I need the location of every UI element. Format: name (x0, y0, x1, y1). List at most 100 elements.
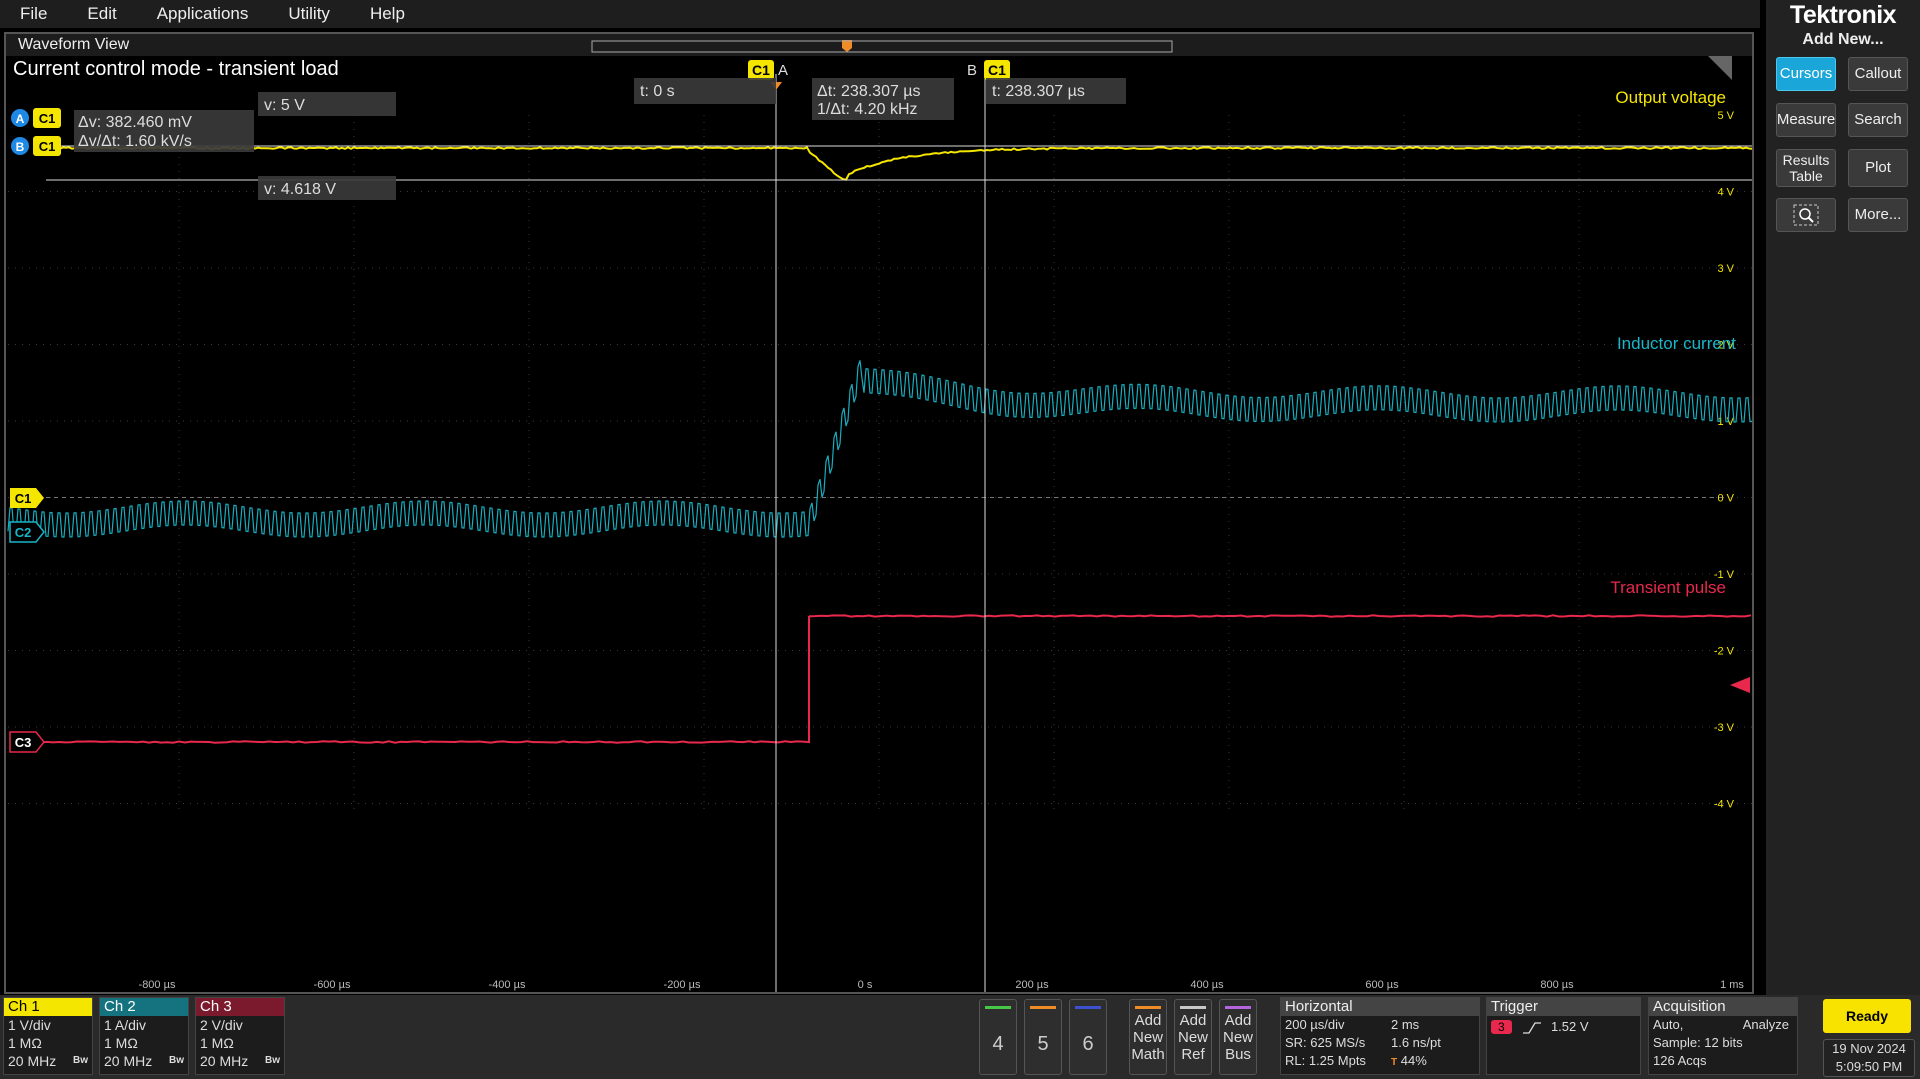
menu-edit[interactable]: Edit (67, 4, 136, 24)
y-tick-label: 4 V (1717, 187, 1734, 199)
y-tick-label: -4 V (1714, 799, 1735, 811)
bottom-bar: Ch 11 V/div 1 MΩ 20 MHz Bw Ch 21 A/div 1 MΩ 20… (0, 995, 1920, 1079)
time-label: 5:09:50 PM (1824, 1058, 1914, 1076)
delta-v-over-delta-t: Δv/Δt: 1.60 kV/s (78, 133, 192, 150)
channel-badge-bw-value: 20 MHz (8, 1053, 56, 1069)
ch3-offset-marker-text: C3 (15, 735, 32, 750)
bandwidth-limit-icon: Bw (73, 1052, 88, 1070)
menu-help[interactable]: Help (350, 4, 425, 24)
channel-badge-impedance: 1 MΩ (100, 1034, 188, 1052)
channel-badge-scale: 2 V/div (196, 1016, 284, 1034)
waveform-plot[interactable]: 5 V4 V3 V2 V1 V0 V-1 V-2 V-3 V-4 V-800 µ… (6, 34, 1752, 992)
ch2-trace-inductor-current (8, 361, 1752, 538)
bandwidth-limit-icon: Bw (169, 1052, 184, 1070)
menu-file[interactable]: File (0, 4, 67, 24)
ch5-color-bar (1030, 1006, 1056, 1009)
cursor-b-badge-letter: B (16, 140, 25, 154)
add-new-heading: Add New... (1766, 31, 1920, 49)
add-bus-l3: Bus (1220, 1046, 1256, 1063)
add-bus-l1: Add (1220, 1012, 1256, 1029)
x-tick-label: -200 µs (664, 979, 701, 991)
x-tick-label: 800 µs (1540, 979, 1574, 991)
callout-button[interactable]: Callout (1848, 57, 1908, 91)
math-color-bar (1135, 1006, 1161, 1009)
delta-time: Δt: 238.307 µs (817, 83, 921, 100)
channel-badge-bandwidth: 20 MHz Bw (100, 1052, 188, 1070)
menu-applications[interactable]: Applications (137, 4, 269, 24)
bandwidth-limit-icon: Bw (265, 1052, 280, 1070)
date-label: 19 Nov 2024 (1824, 1040, 1914, 1058)
x-tick-label: 400 µs (1190, 979, 1224, 991)
cursor-a-channel-tag-text: C1 (752, 62, 770, 78)
channel-badge-title: Ch 3 (196, 998, 284, 1016)
cursor-a-badge-channel-text: C1 (39, 111, 56, 126)
y-tick-label: -3 V (1714, 722, 1735, 734)
ch1-trace-output-voltage (51, 147, 1752, 180)
x-tick-label: -800 µs (139, 979, 176, 991)
y-tick-label: 5 V (1717, 110, 1734, 122)
channel-5-button[interactable]: 5 (1024, 999, 1062, 1075)
view-settings-icon[interactable] (1708, 56, 1732, 80)
channel-2-badge[interactable]: Ch 21 A/div 1 MΩ 20 MHz Bw (99, 997, 189, 1075)
rising-edge-icon (1521, 1021, 1543, 1035)
ch3-trace-label: Transient pulse (1610, 578, 1726, 597)
waveform-view[interactable]: Waveform View 5 V4 V3 V2 V1 V0 V -1 V -2 V… (4, 32, 1754, 994)
acquisition-count: 126 Acqs (1649, 1052, 1797, 1070)
add-new-bus-button[interactable]: Add New Bus (1219, 999, 1257, 1075)
trigger-position-icon[interactable] (842, 40, 852, 52)
channel-badge-scale: 1 A/div (100, 1016, 188, 1034)
channel-badge-title: Ch 1 (4, 998, 92, 1016)
cursor-b-voltage: v: 4.618 V (264, 181, 336, 198)
menu-utility[interactable]: Utility (268, 4, 350, 24)
x-tick-label: -400 µs (489, 979, 526, 991)
horizontal-scale: 200 µs/div (1285, 1017, 1345, 1032)
zoom-button[interactable] (1776, 198, 1836, 232)
channel-4-button[interactable]: 4 (979, 999, 1017, 1075)
x-tick-label: -600 µs (314, 979, 351, 991)
acquisition-badge[interactable]: Acquisition Auto, Analyze Sample: 12 bits… (1648, 997, 1798, 1075)
channel-3-badge[interactable]: Ch 32 V/div 1 MΩ 20 MHz Bw (195, 997, 285, 1075)
x-tick-label: 600 µs (1365, 979, 1399, 991)
channel-badge-title: Ch 2 (100, 998, 188, 1016)
channel-badge-bw-value: 20 MHz (104, 1053, 152, 1069)
ch1-trace-label: Output voltage (1615, 88, 1726, 107)
cursor-b-badge-channel-text: C1 (39, 139, 56, 154)
channel-badge-bw-value: 20 MHz (200, 1053, 248, 1069)
cursor-a-label: A (778, 62, 788, 79)
channel-badge-impedance: 1 MΩ (4, 1034, 92, 1052)
channel-6-label: 6 (1082, 1033, 1093, 1056)
results-table-button[interactable]: Results Table (1776, 149, 1836, 187)
record-overview-bar[interactable] (592, 41, 1172, 52)
menu-bar: File Edit Applications Utility Help (0, 0, 1760, 28)
x-tick-label: 0 s (858, 979, 873, 991)
trigger-badge[interactable]: Trigger 3 1.52 V (1486, 997, 1641, 1075)
trigger-level-arrow-icon[interactable] (1730, 677, 1750, 693)
search-button[interactable]: Search (1848, 103, 1908, 137)
date-time-display[interactable]: 19 Nov 2024 5:09:50 PM (1823, 1039, 1915, 1077)
channel-6-button[interactable]: 6 (1069, 999, 1107, 1075)
ch4-color-bar (985, 1006, 1011, 1009)
measure-button[interactable]: Measure (1776, 103, 1836, 137)
add-new-math-button[interactable]: Add New Math (1129, 999, 1167, 1075)
trigger-position-icon: T (1391, 1057, 1397, 1068)
cursor-b-time: t: 238.307 µs (992, 83, 1085, 100)
channel-1-badge[interactable]: Ch 11 V/div 1 MΩ 20 MHz Bw (3, 997, 93, 1075)
cursors-button[interactable]: Cursors (1776, 57, 1836, 91)
x-tick-label: 200 µs (1015, 979, 1049, 991)
horizontal-per-point: 1.6 ns/pt (1391, 1034, 1441, 1052)
more-button[interactable]: More... (1848, 198, 1908, 232)
channel-badge-scale: 1 V/div (4, 1016, 92, 1034)
ref-color-bar (1180, 1006, 1206, 1009)
add-new-ref-button[interactable]: Add New Ref (1174, 999, 1212, 1075)
add-ref-l1: Add (1175, 1012, 1211, 1029)
ch2-trace-label: Inductor current (1617, 334, 1736, 353)
ch1-offset-marker-text: C1 (15, 491, 32, 506)
tektronix-logo: Tektronix (1766, 0, 1920, 30)
horizontal-badge[interactable]: Horizontal 200 µs/div 2 ms SR: 625 MS/s 1.… (1280, 997, 1480, 1075)
plot-button[interactable]: Plot (1848, 149, 1908, 187)
right-panel: Tektronix Add New... Cursors Callout Mea… (1766, 0, 1920, 995)
cursor-a-voltage: v: 5 V (264, 97, 305, 114)
cursor-a-time: t: 0 s (640, 83, 675, 100)
trigger-title: Trigger (1487, 998, 1640, 1016)
run-stop-status-button[interactable]: Ready (1823, 999, 1911, 1033)
